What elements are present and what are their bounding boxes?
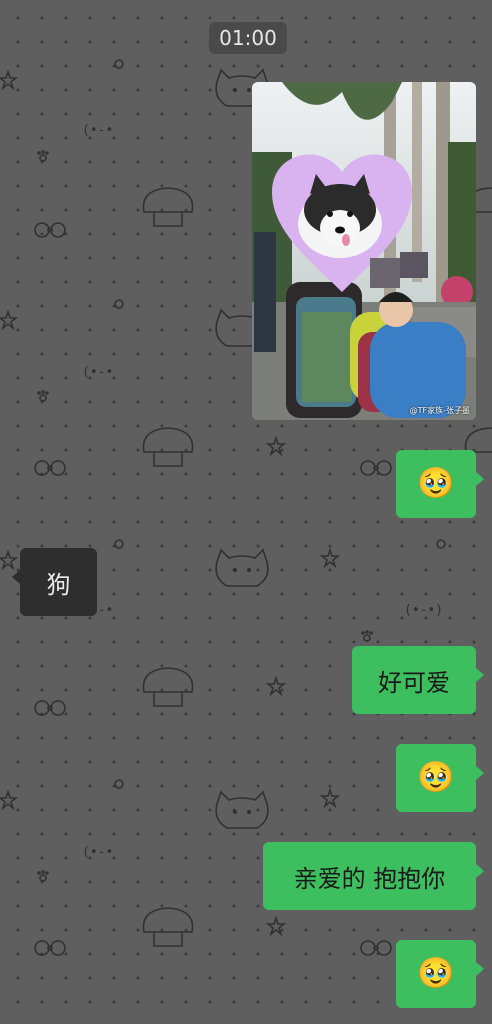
message-text: 狗 — [46, 570, 71, 599]
paw-icon — [37, 390, 49, 402]
message-bubble-sent[interactable]: 🥹 — [396, 940, 484, 1008]
bow-icon — [34, 460, 66, 476]
star-icon — [319, 787, 341, 809]
star-icon — [0, 69, 19, 91]
kaomoji-decoration: (•-• — [82, 365, 113, 380]
message-text: 好可爱 — [378, 668, 450, 697]
cat-face-icon — [215, 790, 269, 829]
pleading-face-emoji: 🥹 — [417, 466, 455, 501]
bun-icon — [464, 427, 492, 453]
star-icon — [0, 309, 19, 331]
paw-icon — [37, 150, 49, 162]
bow-icon — [360, 460, 392, 476]
kaomoji-decoration: (•-• — [82, 845, 113, 860]
timestamp-chip: 01:00 — [209, 22, 287, 54]
message-text: 亲爱的 抱抱你 — [293, 864, 446, 893]
cat-face-icon — [215, 548, 269, 587]
photo-watermark: @TF家族-张子墨 — [409, 406, 470, 415]
paw-icon — [361, 630, 373, 642]
star-icon — [265, 435, 287, 457]
message-bubble-sent[interactable]: 好可爱 — [352, 646, 484, 714]
paw-icon — [37, 870, 49, 882]
bow-icon — [34, 940, 66, 956]
message-bubble-sent[interactable]: 🥹 — [396, 744, 484, 812]
dot-ring-icon — [114, 299, 124, 309]
star-icon — [0, 549, 19, 571]
pleading-face-emoji: 🥹 — [417, 760, 455, 795]
message-bubble-sent[interactable]: 🥹 — [396, 450, 484, 518]
pleading-face-emoji: 🥹 — [417, 956, 455, 991]
kaomoji-decoration: (•-•) — [404, 603, 443, 618]
bun-icon — [142, 667, 194, 707]
bow-icon — [34, 222, 66, 238]
star-icon — [265, 675, 287, 697]
bow-icon — [34, 700, 66, 716]
bun-icon — [142, 907, 194, 947]
bun-icon — [142, 427, 194, 467]
message-bubble-sent[interactable]: 亲爱的 抱抱你 — [263, 842, 484, 910]
dot-ring-icon — [114, 779, 124, 789]
star-icon — [0, 789, 19, 811]
kaomoji-decoration: (•-• — [82, 123, 113, 138]
star-icon — [265, 915, 287, 937]
message-bubble-received[interactable]: 狗 — [12, 548, 97, 616]
bun-icon — [142, 187, 194, 227]
dot-ring-icon — [114, 539, 124, 549]
dot-ring-icon — [436, 539, 446, 549]
bow-icon — [360, 940, 392, 956]
dot-ring-icon — [114, 59, 124, 69]
star-icon — [319, 547, 341, 569]
photo-image — [252, 82, 476, 420]
chat-screen: (•-• (•-• (•-• (•-• (•-•) 01:00 @TF家族-张子… — [0, 0, 492, 1024]
photo-message[interactable]: @TF家族-张子墨 — [252, 82, 476, 420]
